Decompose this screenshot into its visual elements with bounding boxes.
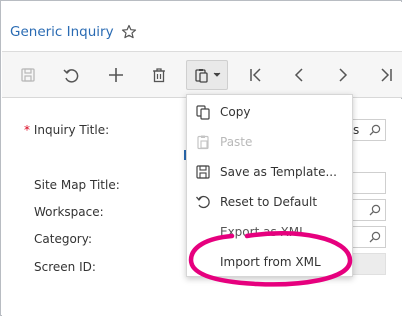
inquiry-title-value: s (353, 123, 360, 137)
first-record-icon (248, 67, 264, 83)
toolbar (2, 52, 402, 98)
delete-button[interactable] (144, 60, 174, 90)
clipboard-menu: Copy Paste Save as Template... Reset to … (186, 94, 353, 277)
chevron-right-icon (335, 67, 351, 83)
menu-item-label: Copy (220, 105, 251, 119)
menu-item-save-as-template[interactable]: Save as Template... (187, 157, 352, 187)
menu-item-label: Paste (220, 135, 253, 149)
window-frame: Generic Inquiry * Inquiry Title: s Site … (0, 0, 402, 316)
next-button[interactable] (328, 60, 358, 90)
menu-item-label: Save as Template... (220, 165, 337, 179)
search-icon[interactable] (369, 204, 381, 219)
menu-item-export-as-xml[interactable]: Export as XML (187, 217, 352, 247)
menu-item-label: Export as XML (220, 225, 306, 239)
save-template-icon (195, 164, 211, 180)
menu-item-paste[interactable]: Paste (187, 127, 352, 157)
menu-item-reset-to-default[interactable]: Reset to Default (187, 187, 352, 217)
clipboard-icon (193, 67, 209, 83)
site-map-title-field[interactable] (352, 172, 386, 194)
plus-icon (108, 67, 124, 83)
category-field[interactable] (352, 226, 386, 248)
inquiry-title-label: * Inquiry Title: (24, 123, 109, 137)
search-icon[interactable] (369, 124, 381, 139)
save-button[interactable] (13, 60, 43, 90)
trash-icon (151, 67, 167, 83)
menu-item-import-from-xml[interactable]: Import from XML (187, 247, 352, 277)
inquiry-title-field[interactable]: s (352, 119, 386, 141)
screen-id-field (352, 253, 386, 275)
page-title: Generic Inquiry (10, 24, 114, 40)
workspace-field[interactable] (352, 199, 386, 221)
screen-id-label: Screen ID: (34, 260, 96, 274)
paste-icon (195, 134, 211, 150)
chevron-down-icon (213, 72, 221, 78)
clipboard-button[interactable] (186, 60, 228, 90)
add-button[interactable] (101, 60, 131, 90)
previous-button[interactable] (284, 60, 314, 90)
menu-item-label: Reset to Default (220, 195, 318, 209)
site-map-title-label: Site Map Title: (34, 178, 120, 192)
menu-item-copy[interactable]: Copy (187, 97, 352, 127)
first-button[interactable] (241, 60, 271, 90)
inquiry-title-label-text: Inquiry Title: (33, 123, 110, 137)
page-header: Generic Inquiry (2, 2, 402, 52)
save-icon (20, 67, 36, 83)
menu-item-label: Import from XML (220, 255, 321, 269)
chevron-left-icon (291, 67, 307, 83)
last-record-icon (378, 67, 394, 83)
workspace-label: Workspace: (34, 205, 104, 219)
category-label: Category: (34, 232, 92, 246)
required-mark: * (24, 123, 30, 137)
copy-icon (195, 104, 211, 120)
reset-icon (195, 194, 211, 210)
star-outline-icon[interactable] (121, 24, 137, 40)
undo-button[interactable] (56, 60, 86, 90)
search-icon[interactable] (369, 231, 381, 246)
undo-icon (62, 67, 80, 83)
last-button[interactable] (371, 60, 401, 90)
